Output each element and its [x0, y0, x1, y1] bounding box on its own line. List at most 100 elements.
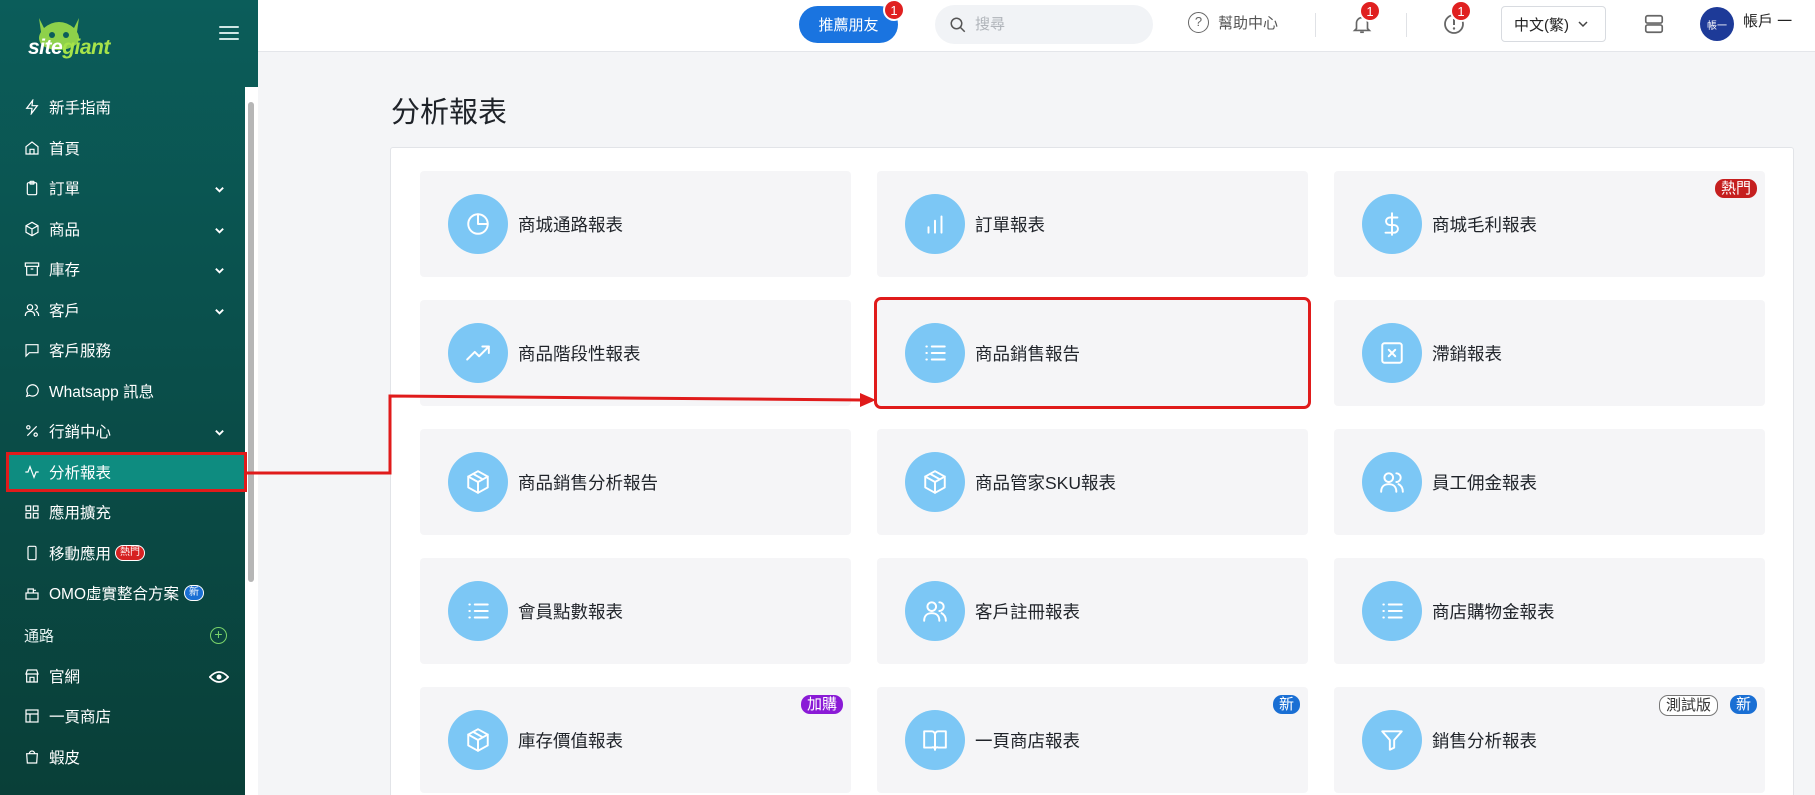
report-card-channel[interactable]: 商城通路報表: [420, 171, 851, 277]
filter-icon: [1362, 710, 1422, 770]
top-bar: 推薦朋友 1 ? 幫助中心 1 1 中文(繁) 帳一 帳戶 一: [258, 0, 1815, 52]
search-icon: [950, 17, 966, 32]
sidebar-item-orders[interactable]: 訂單: [0, 168, 245, 209]
report-card-sales-analysis[interactable]: 商品銷售分析報告: [420, 429, 851, 535]
sidebar-item-home[interactable]: 首頁: [0, 128, 245, 169]
archive-icon: [24, 261, 40, 277]
register-icon: [24, 585, 40, 601]
sidebar-item-shopee[interactable]: 蝦皮: [0, 737, 245, 778]
sidebar-item-label: 庫存: [49, 262, 81, 280]
report-label: 客戶註冊報表: [975, 601, 1080, 622]
search-box[interactable]: [935, 5, 1153, 44]
sidebar-item-whatsapp[interactable]: Whatsapp 訊息: [0, 371, 245, 412]
users-icon: [905, 581, 965, 641]
divider: [1406, 13, 1407, 37]
chat-icon: [24, 342, 40, 358]
report-card-stage[interactable]: 商品階段性報表: [420, 300, 851, 406]
report-card-points[interactable]: 會員點數報表: [420, 558, 851, 664]
report-label: 庫存價值報表: [518, 730, 623, 751]
report-label: 商品銷售分析報告: [518, 472, 658, 493]
hot-badge: 熱門: [115, 544, 146, 561]
chevron-down-icon: [1578, 21, 1588, 28]
report-card-inventory-value[interactable]: 庫存價值報表 加購: [420, 687, 851, 793]
sidebar-item-inventory[interactable]: 庫存: [0, 249, 245, 290]
report-card-orders[interactable]: 訂單報表: [877, 171, 1308, 277]
activity-icon: [24, 464, 40, 480]
dollar-icon: [1362, 194, 1422, 254]
sidebar-item-label: 首頁: [49, 140, 81, 158]
sidebar-item-label: 客戶: [49, 302, 81, 320]
report-label: 商品管家SKU報表: [975, 472, 1116, 493]
sidebar-item-label: 官網: [49, 668, 81, 686]
sidebar-item-mobile[interactable]: 移動應用 熱門: [0, 533, 245, 574]
report-label: 會員點數報表: [518, 601, 623, 622]
account-menu[interactable]: 帳一 帳戶 一: [1700, 7, 1792, 41]
chevron-down-icon: [214, 263, 225, 274]
sidebar-item-label: 訂單: [49, 181, 81, 199]
sidebar-item-products[interactable]: 商品: [0, 209, 245, 250]
sidebar-item-onepage[interactable]: 一頁商店: [0, 696, 245, 737]
beta-tag: 測試版: [1658, 695, 1718, 716]
report-label: 訂單報表: [975, 214, 1045, 235]
list-icon: [448, 581, 508, 641]
sidebar-item-apps[interactable]: 應用擴充: [0, 492, 245, 533]
book-icon: [905, 710, 965, 770]
sidebar-item-label: 新手指南: [49, 100, 112, 118]
page-title: 分析報表: [391, 97, 508, 129]
store-icon: [24, 668, 40, 684]
sidebar-item-customers[interactable]: 客戶: [0, 290, 245, 331]
chevron-down-icon: [214, 223, 225, 234]
clipboard-icon: [24, 180, 40, 196]
notification-count-badge: 1: [1359, 0, 1381, 22]
new-badge: 新: [184, 585, 205, 602]
sidebar-item-website[interactable]: 官網: [0, 656, 245, 697]
shopee-icon: [24, 749, 40, 765]
sidebar-item-label: 行銷中心: [49, 424, 112, 442]
report-card-commission[interactable]: 員工佣金報表: [1334, 429, 1765, 535]
sidebar-scroll-thumb[interactable]: [248, 102, 254, 582]
server-icon[interactable]: [1643, 12, 1665, 36]
menu-toggle-icon[interactable]: [219, 26, 239, 42]
search-input[interactable]: [975, 16, 1145, 33]
percent-icon: [24, 423, 40, 439]
sidebar-item-label: 分析報表: [49, 464, 112, 482]
sidebar-item-customer-service[interactable]: 客戶服務: [0, 330, 245, 371]
avatar: 帳一: [1700, 7, 1734, 41]
list-icon: [905, 323, 965, 383]
home-icon: [24, 140, 40, 156]
account-name: 帳戶 一: [1743, 12, 1793, 30]
page-icon: [24, 708, 40, 724]
report-label: 商城毛利報表: [1432, 214, 1537, 235]
package-icon: [448, 452, 508, 512]
report-card-margin[interactable]: 商城毛利報表 熱門: [1334, 171, 1765, 277]
whatsapp-icon: [24, 383, 40, 399]
pie-chart-icon: [448, 194, 508, 254]
report-card-onepage[interactable]: 一頁商店報表 新: [877, 687, 1308, 793]
report-card-sales-analysis-beta[interactable]: 銷售分析報表 測試版 新: [1334, 687, 1765, 793]
report-card-registration[interactable]: 客戶註冊報表: [877, 558, 1308, 664]
add-channel-icon[interactable]: +: [210, 626, 227, 644]
report-card-slow-moving[interactable]: 滯銷報表: [1334, 300, 1765, 406]
report-card-credit[interactable]: 商店購物金報表: [1334, 558, 1765, 664]
sidebar-item-marketing[interactable]: 行銷中心: [0, 411, 245, 452]
users-icon: [1362, 452, 1422, 512]
report-card-sku[interactable]: 商品管家SKU報表: [877, 429, 1308, 535]
logo-wordmark: sitegiant: [28, 36, 110, 59]
report-card-product-sales[interactable]: 商品銷售報告: [874, 297, 1311, 409]
report-label: 一頁商店報表: [975, 730, 1080, 751]
chevron-down-icon: [214, 425, 225, 436]
refer-count-badge: 1: [883, 0, 905, 21]
hot-tag: 熱門: [1714, 179, 1757, 198]
sidebar-item-reports[interactable]: 分析報表: [6, 451, 247, 492]
new-tag: 新: [1729, 695, 1757, 714]
sidebar-item-label: OMO虛實整合方案: [49, 586, 180, 604]
sidebar-item-label: 客戶服務: [49, 343, 112, 361]
sidebar-scrollbar[interactable]: [245, 87, 258, 795]
sidebar-item-label: Whatsapp 訊息: [49, 383, 155, 401]
sidebar-item-omo[interactable]: OMO虛實整合方案 新: [0, 573, 245, 614]
help-center-link[interactable]: ? 幫助中心: [1188, 12, 1278, 33]
sidebar-item-guide[interactable]: 新手指南: [0, 87, 245, 128]
eye-icon[interactable]: [209, 670, 229, 684]
language-select[interactable]: 中文(繁): [1501, 6, 1606, 42]
mobile-icon: [24, 545, 40, 561]
